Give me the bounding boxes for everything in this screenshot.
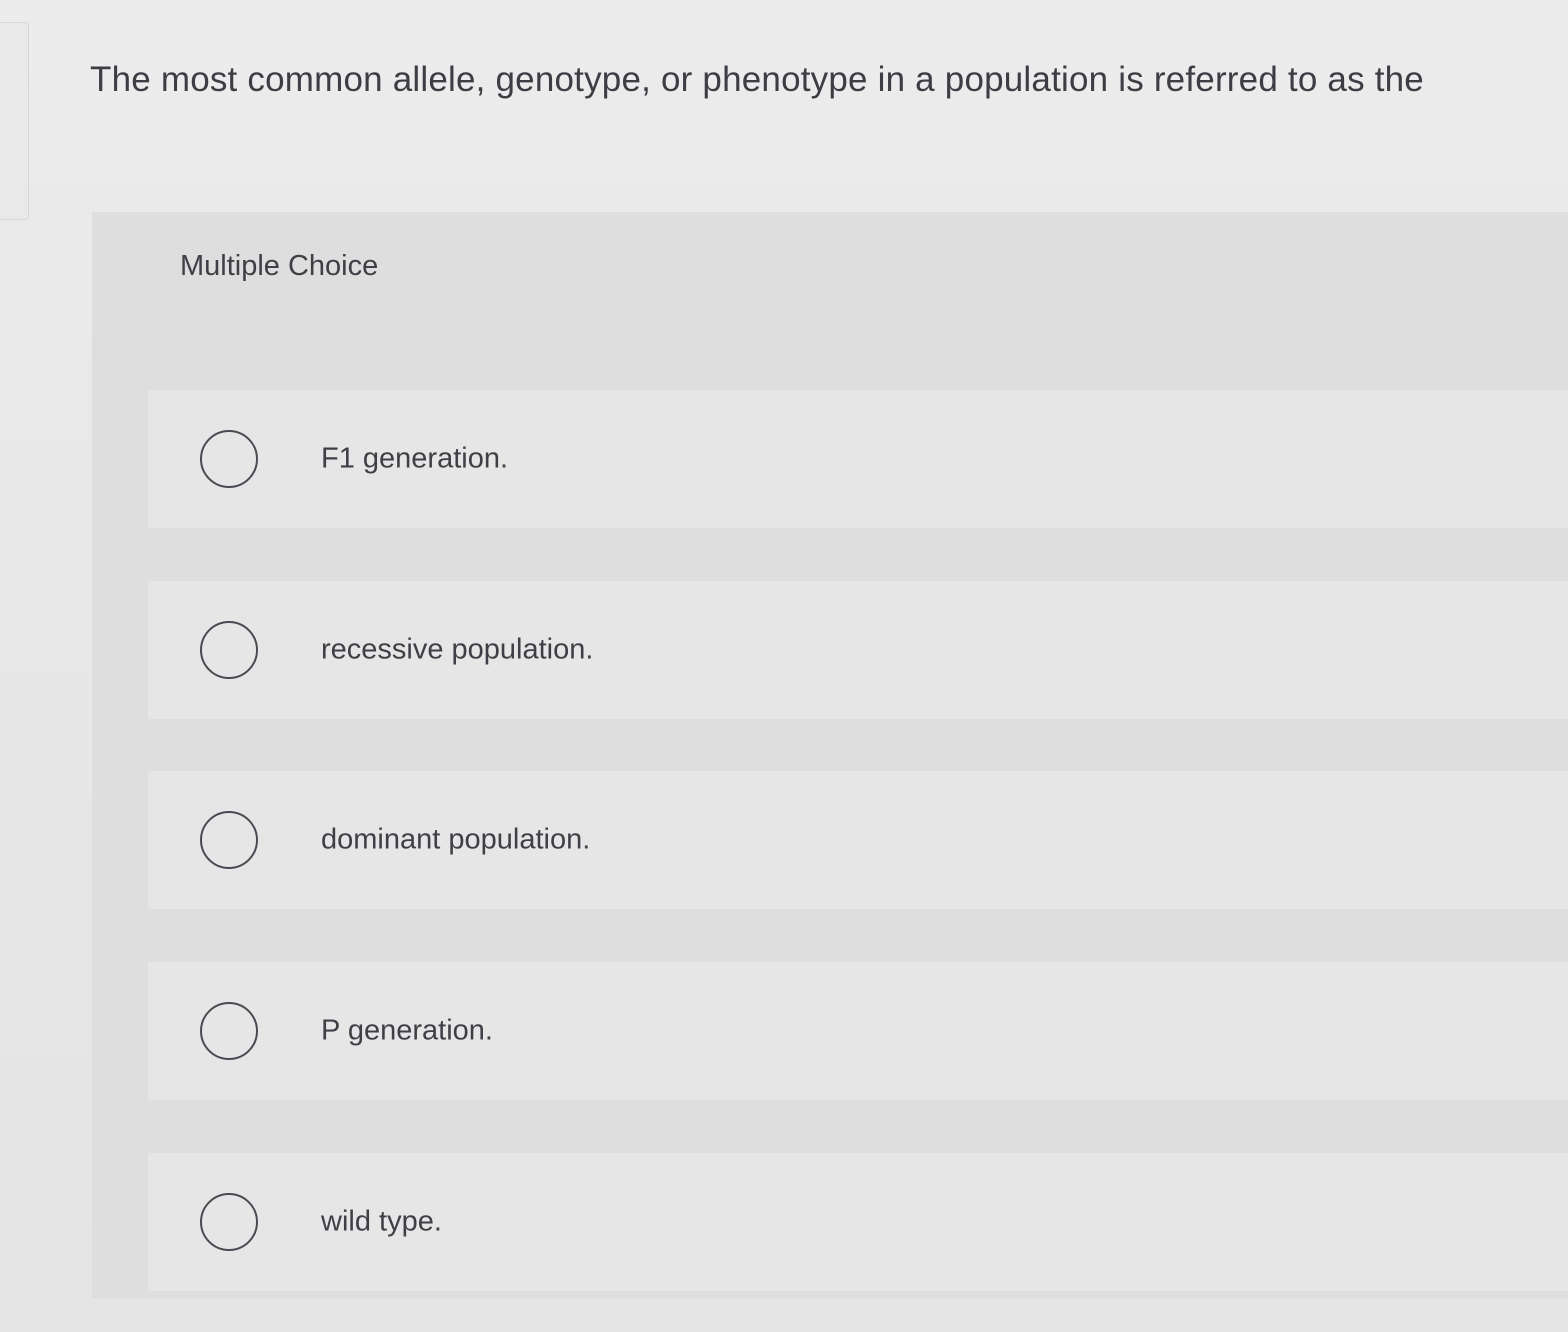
radio-button-icon[interactable]: [200, 621, 258, 679]
radio-button-icon[interactable]: [200, 430, 258, 488]
option-label: dominant population.: [321, 823, 591, 856]
option-label: wild type.: [321, 1205, 442, 1238]
radio-button-icon[interactable]: [200, 1002, 258, 1060]
quiz-page: The most common allele, genotype, or phe…: [0, 0, 1568, 1332]
option-f1-generation[interactable]: F1 generation.: [148, 390, 1568, 528]
option-recessive-population[interactable]: recessive population.: [148, 581, 1568, 719]
option-p-generation[interactable]: P generation.: [148, 962, 1568, 1100]
question-text: The most common allele, genotype, or phe…: [90, 60, 1424, 99]
left-panel-edge: [0, 22, 29, 220]
radio-button-icon[interactable]: [200, 1193, 258, 1251]
option-label: recessive population.: [321, 633, 594, 666]
multiple-choice-heading: Multiple Choice: [180, 250, 379, 282]
option-label: F1 generation.: [321, 442, 509, 475]
multiple-choice-panel: Multiple Choice F1 generation. recessive…: [92, 212, 1568, 1298]
option-wild-type[interactable]: wild type.: [148, 1153, 1568, 1291]
option-label: P generation.: [321, 1014, 493, 1047]
radio-button-icon[interactable]: [200, 811, 258, 869]
option-dominant-population[interactable]: dominant population.: [148, 771, 1568, 909]
